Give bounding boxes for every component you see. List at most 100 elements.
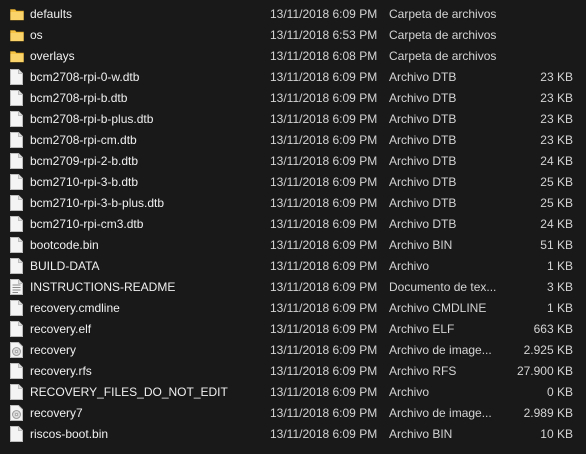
file-name: recovery bbox=[30, 343, 77, 357]
file-type: Archivo CMDLINE bbox=[389, 301, 487, 315]
file-row[interactable]: bcm2709-rpi-2-b.dtb 13/11/2018 6:09 PM A… bbox=[0, 151, 586, 172]
file-size: 1 KB bbox=[546, 259, 573, 273]
file-row[interactable]: recovery7 13/11/2018 6:09 PM Archivo de … bbox=[0, 403, 586, 424]
file-row[interactable]: bcm2708-rpi-0-w.dtb 13/11/2018 6:09 PM A… bbox=[0, 67, 586, 88]
file-icon bbox=[10, 195, 23, 211]
file-row[interactable]: recovery.elf 13/11/2018 6:09 PM Archivo … bbox=[0, 319, 586, 340]
folder-icon bbox=[10, 27, 24, 43]
file-date-modified: 13/11/2018 6:09 PM bbox=[270, 7, 378, 21]
file-name: INSTRUCTIONS-README bbox=[30, 280, 176, 294]
file-row[interactable]: bcm2710-rpi-cm3.dtb 13/11/2018 6:09 PM A… bbox=[0, 214, 586, 235]
file-name: recovery.rfs bbox=[30, 364, 92, 378]
file-date-modified: 13/11/2018 6:09 PM bbox=[270, 406, 378, 420]
file-date-modified: 13/11/2018 6:09 PM bbox=[270, 280, 378, 294]
file-icon bbox=[10, 258, 23, 274]
file-size: 23 KB bbox=[540, 112, 573, 126]
file-name: bcm2710-rpi-cm3.dtb bbox=[30, 217, 144, 231]
file-row[interactable]: bcm2708-rpi-cm.dtb 13/11/2018 6:09 PM Ar… bbox=[0, 130, 586, 151]
file-type: Archivo de image... bbox=[389, 343, 492, 357]
file-date-modified: 13/11/2018 6:09 PM bbox=[270, 91, 378, 105]
file-name: BUILD-DATA bbox=[30, 259, 100, 273]
file-date-modified: 13/11/2018 6:53 PM bbox=[270, 28, 378, 42]
file-type: Archivo DTB bbox=[389, 196, 457, 210]
file-type: Carpeta de archivos bbox=[389, 28, 497, 42]
file-size: 0 KB bbox=[546, 385, 573, 399]
file-row[interactable]: os 13/11/2018 6:53 PM Carpeta de archivo… bbox=[0, 25, 586, 46]
file-type: Archivo DTB bbox=[389, 133, 457, 147]
file-row[interactable]: BUILD-DATA 13/11/2018 6:09 PM Archivo 1 … bbox=[0, 256, 586, 277]
disc-image-icon bbox=[10, 342, 23, 358]
file-size: 23 KB bbox=[540, 91, 573, 105]
file-size: 24 KB bbox=[540, 217, 573, 231]
file-name: RECOVERY_FILES_DO_NOT_EDIT bbox=[30, 385, 228, 399]
file-size: 663 KB bbox=[533, 322, 573, 336]
file-row[interactable]: bcm2710-rpi-3-b-plus.dtb 13/11/2018 6:09… bbox=[0, 193, 586, 214]
file-size: 24 KB bbox=[540, 154, 573, 168]
file-type: Archivo bbox=[389, 259, 430, 273]
file-name: riscos-boot.bin bbox=[30, 427, 109, 441]
file-row[interactable]: recovery 13/11/2018 6:09 PM Archivo de i… bbox=[0, 340, 586, 361]
disc-image-icon bbox=[10, 405, 23, 421]
file-date-modified: 13/11/2018 6:09 PM bbox=[270, 217, 378, 231]
file-size: 2.925 KB bbox=[523, 343, 573, 357]
file-date-modified: 13/11/2018 6:09 PM bbox=[270, 385, 378, 399]
file-date-modified: 13/11/2018 6:09 PM bbox=[270, 427, 378, 441]
file-name: recovery.elf bbox=[30, 322, 92, 336]
file-icon bbox=[10, 153, 23, 169]
file-date-modified: 13/11/2018 6:08 PM bbox=[270, 49, 378, 63]
file-name: defaults bbox=[30, 7, 73, 21]
file-row[interactable]: recovery.cmdline 13/11/2018 6:09 PM Arch… bbox=[0, 298, 586, 319]
file-date-modified: 13/11/2018 6:09 PM bbox=[270, 133, 378, 147]
file-type: Carpeta de archivos bbox=[389, 49, 497, 63]
file-row[interactable]: bcm2708-rpi-b.dtb 13/11/2018 6:09 PM Arc… bbox=[0, 88, 586, 109]
file-row[interactable]: INSTRUCTIONS-README 13/11/2018 6:09 PM D… bbox=[0, 277, 586, 298]
file-date-modified: 13/11/2018 6:09 PM bbox=[270, 301, 378, 315]
file-date-modified: 13/11/2018 6:09 PM bbox=[270, 322, 378, 336]
file-name: bootcode.bin bbox=[30, 238, 99, 252]
file-row[interactable]: bcm2708-rpi-b-plus.dtb 13/11/2018 6:09 P… bbox=[0, 109, 586, 130]
file-icon bbox=[10, 300, 23, 316]
file-type: Archivo DTB bbox=[389, 154, 457, 168]
file-date-modified: 13/11/2018 6:09 PM bbox=[270, 259, 378, 273]
file-type: Archivo BIN bbox=[389, 427, 453, 441]
file-name: recovery7 bbox=[30, 406, 83, 420]
file-size: 51 KB bbox=[540, 238, 573, 252]
file-type: Archivo BIN bbox=[389, 238, 453, 252]
file-name: bcm2710-rpi-3-b.dtb bbox=[30, 175, 139, 189]
file-date-modified: 13/11/2018 6:09 PM bbox=[270, 343, 378, 357]
file-row[interactable]: bootcode.bin 13/11/2018 6:09 PM Archivo … bbox=[0, 235, 586, 256]
file-date-modified: 13/11/2018 6:09 PM bbox=[270, 175, 378, 189]
file-row[interactable]: recovery.rfs 13/11/2018 6:09 PM Archivo … bbox=[0, 361, 586, 382]
file-type: Archivo bbox=[389, 385, 430, 399]
file-icon bbox=[10, 384, 23, 400]
folder-icon bbox=[10, 6, 24, 22]
file-type: Archivo DTB bbox=[389, 175, 457, 189]
file-icon bbox=[10, 321, 23, 337]
file-name: os bbox=[30, 28, 43, 42]
file-date-modified: 13/11/2018 6:09 PM bbox=[270, 196, 378, 210]
file-row[interactable]: bcm2710-rpi-3-b.dtb 13/11/2018 6:09 PM A… bbox=[0, 172, 586, 193]
file-size: 23 KB bbox=[540, 70, 573, 84]
file-row[interactable]: riscos-boot.bin 13/11/2018 6:09 PM Archi… bbox=[0, 424, 586, 445]
file-date-modified: 13/11/2018 6:09 PM bbox=[270, 112, 378, 126]
file-row[interactable]: overlays 13/11/2018 6:08 PM Carpeta de a… bbox=[0, 46, 586, 67]
file-type: Archivo DTB bbox=[389, 217, 457, 231]
file-name: bcm2710-rpi-3-b-plus.dtb bbox=[30, 196, 165, 210]
file-icon bbox=[10, 111, 23, 127]
file-type: Carpeta de archivos bbox=[389, 7, 497, 21]
file-icon bbox=[10, 174, 23, 190]
file-icon bbox=[10, 132, 23, 148]
file-name: bcm2708-rpi-b.dtb bbox=[30, 91, 128, 105]
file-icon bbox=[10, 363, 23, 379]
file-list: defaults 13/11/2018 6:09 PM Carpeta de a… bbox=[0, 4, 586, 445]
file-type: Archivo ELF bbox=[389, 322, 455, 336]
file-size: 1 KB bbox=[546, 301, 573, 315]
file-size: 3 KB bbox=[546, 280, 573, 294]
file-row[interactable]: defaults 13/11/2018 6:09 PM Carpeta de a… bbox=[0, 4, 586, 25]
file-size: 10 KB bbox=[540, 427, 573, 441]
file-type: Documento de tex... bbox=[389, 280, 497, 294]
file-date-modified: 13/11/2018 6:09 PM bbox=[270, 154, 378, 168]
file-type: Archivo DTB bbox=[389, 91, 457, 105]
file-row[interactable]: RECOVERY_FILES_DO_NOT_EDIT 13/11/2018 6:… bbox=[0, 382, 586, 403]
file-size: 2.989 KB bbox=[523, 406, 573, 420]
